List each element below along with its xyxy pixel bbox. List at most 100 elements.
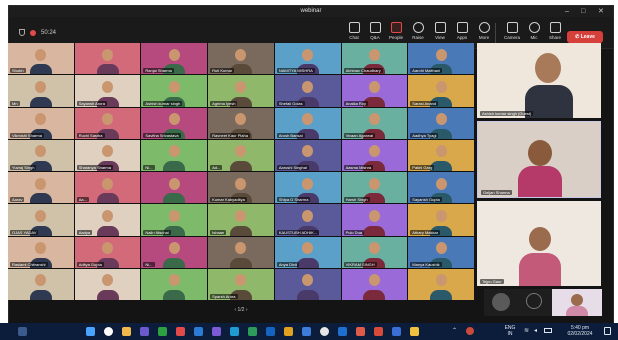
chevron-up-icon[interactable]: ⌃ (452, 327, 457, 334)
participant-tile[interactable] (74, 268, 141, 300)
add-icon[interactable] (526, 293, 542, 309)
browser-icon[interactable] (320, 327, 329, 336)
chrome-icon[interactable] (248, 327, 257, 336)
participant-tile[interactable]: Savitha Srivastava (141, 107, 208, 139)
participant-tile[interactable]: Aa... (74, 172, 141, 204)
participant-tile[interactable]: Ravneet Kaur Plaha (208, 107, 274, 139)
participant-tile[interactable]: Manya Kaushik (408, 236, 474, 268)
search-icon[interactable] (104, 327, 113, 336)
spotlight-tile[interactable]: Tejpu Gaur (477, 201, 601, 286)
battery-icon[interactable] (544, 328, 552, 333)
participant-tile[interactable]: Aadya (74, 204, 141, 236)
participant-tile[interactable]: Sayansh Arora (74, 75, 141, 107)
participant-tile[interactable]: Aarohi Maithani (408, 43, 474, 75)
participant-tile[interactable]: Sharanya Sharma (74, 139, 141, 171)
participant-tile[interactable]: Shubh (8, 43, 74, 75)
participant-tile[interactable]: Aarushi Singhal (274, 139, 341, 171)
zoom-icon[interactable] (338, 327, 347, 336)
participant-tile[interactable]: Ranjai Sharma (141, 43, 208, 75)
participant-tile[interactable]: Aarav (8, 172, 74, 204)
participant-name: Ad... (210, 165, 223, 170)
file-explorer-icon[interactable] (122, 327, 131, 336)
participant-tile[interactable]: Shefali Golas (274, 75, 341, 107)
participant-tile[interactable]: Harsh Singh (341, 172, 408, 204)
spotlight-tile[interactable]: Geljan Sharma (477, 121, 601, 198)
participant-tile[interactable] (274, 268, 341, 300)
teams-icon[interactable] (140, 327, 149, 336)
self-video-tile[interactable] (552, 289, 602, 316)
participant-tile[interactable]: Aadhya Tyagi (408, 107, 474, 139)
participant-tile[interactable]: Arush Bansal (274, 107, 341, 139)
store-icon[interactable] (302, 327, 311, 336)
edge-icon[interactable] (230, 327, 239, 336)
participant-tile[interactable]: Yuvraj Singh (8, 139, 74, 171)
participant-tile[interactable]: Pakhi Garg (408, 139, 474, 171)
participant-tile[interactable]: KAUSTUBH ADHIK... (274, 204, 341, 236)
participant-tile[interactable]: Sparsh Arora (208, 268, 274, 300)
participant-tile[interactable]: VIKRAM SINGH (341, 236, 408, 268)
powerpoint-icon[interactable] (176, 327, 185, 336)
participant-tile[interactable]: Anaika Roy (341, 75, 408, 107)
participant-tile[interactable]: Shlpa G Sharma (274, 172, 341, 204)
participant-tile[interactable]: Mn (8, 75, 74, 107)
participant-tile[interactable]: Ruchi Sastha (74, 107, 141, 139)
tray-app-icon[interactable] (466, 327, 474, 335)
language-indicator[interactable]: ENG IN (500, 325, 520, 337)
participant-tile[interactable] (341, 268, 408, 300)
participant-tile[interactable]: Aditya Gupta (74, 236, 141, 268)
close-icon[interactable]: ✕ (598, 7, 604, 16)
participant-tile[interactable]: Anya Dixit (274, 236, 341, 268)
participant-tile[interactable]: NAMITYA MISHRA (274, 43, 341, 75)
participant-tile[interactable]: Vivaan Agarwal (341, 107, 408, 139)
speaker-icon[interactable]: ◂ (534, 327, 537, 334)
folder-icon[interactable] (284, 327, 293, 336)
word-icon[interactable] (194, 327, 203, 336)
app-icon[interactable] (356, 327, 365, 336)
office-icon[interactable] (374, 327, 383, 336)
participant-tile[interactable]: Sayansh Gupta (408, 172, 474, 204)
wifi-icon[interactable]: ≋ (524, 327, 529, 334)
chevron-right-icon[interactable]: › (246, 307, 248, 313)
clock[interactable]: 5:40 pm 02/02/2024 (560, 325, 600, 337)
participant-face (535, 53, 561, 83)
participant-tile[interactable]: Sarasi Anand (408, 75, 474, 107)
participant-tile[interactable] (74, 43, 141, 75)
participant-tile[interactable]: Nalin Nischal (141, 204, 208, 236)
participant-tile[interactable]: Pulo Dua (341, 204, 408, 236)
teams-meeting-icon[interactable] (212, 327, 221, 336)
notes-icon[interactable] (410, 327, 419, 336)
maximize-icon[interactable]: □ (581, 7, 585, 16)
spotlight-tile[interactable]: Ashish kumar singh (Guest) (477, 43, 601, 118)
mail-icon[interactable] (392, 327, 401, 336)
participant-tile[interactable]: Aasma Mishra (341, 139, 408, 171)
participant-body (229, 257, 252, 268)
participant-tile[interactable] (141, 172, 208, 204)
participant-body (96, 225, 119, 236)
leave-button[interactable]: ✆ Leave (567, 31, 603, 43)
participant-tile[interactable] (208, 236, 274, 268)
participant-tile[interactable]: Athary Makkar (408, 204, 474, 236)
participant-tile[interactable]: OJAS YADAV (8, 204, 74, 236)
notification-icon[interactable] (604, 327, 611, 335)
participant-tile[interactable] (408, 268, 474, 300)
avatar[interactable] (492, 293, 510, 311)
participant-tile[interactable]: Ashish kumar singh (141, 75, 208, 107)
participant-name: Aa... (76, 197, 89, 203)
participant-tile[interactable]: Ishaan (208, 204, 274, 236)
excel-icon[interactable] (158, 327, 167, 336)
participant-tile[interactable] (141, 268, 208, 300)
participant-tile[interactable]: Ni... (141, 236, 208, 268)
outlook-icon[interactable] (266, 327, 275, 336)
widgets-icon[interactable] (18, 327, 27, 336)
participant-tile[interactable]: Agrima Iyesh (208, 75, 274, 107)
participant-tile[interactable]: Ni... (141, 139, 208, 171)
participant-tile[interactable]: Raslami Chitranshi (8, 236, 74, 268)
participant-tile[interactable]: Abhinav Chaudhary (341, 43, 408, 75)
participant-tile[interactable]: Ad... (208, 139, 274, 171)
participant-tile[interactable]: Ruti Kumar (208, 43, 274, 75)
participant-tile[interactable]: Vikmishi Sharma (8, 107, 74, 139)
minimize-icon[interactable]: – (565, 7, 569, 16)
start-icon[interactable] (86, 327, 95, 336)
participant-tile[interactable] (8, 268, 74, 300)
participant-tile[interactable]: Kumar Kabyaditya (208, 172, 274, 204)
